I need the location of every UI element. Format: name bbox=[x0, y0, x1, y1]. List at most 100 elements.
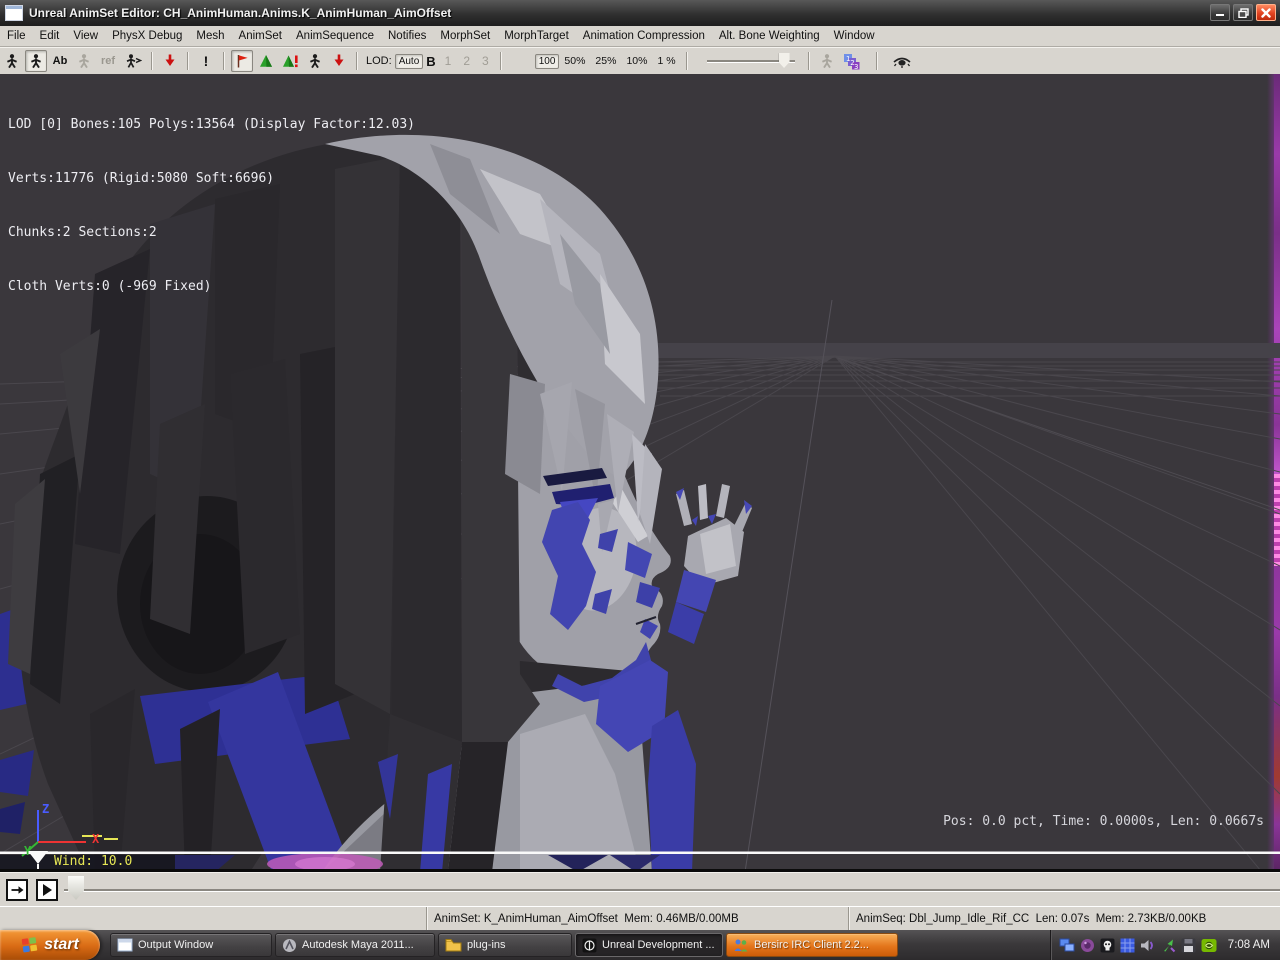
lod-auto-button[interactable]: Auto bbox=[395, 54, 424, 69]
mirror-figure-button[interactable] bbox=[121, 50, 145, 72]
people-icon bbox=[733, 938, 749, 953]
lod-1-button[interactable]: 1 bbox=[445, 54, 452, 68]
start-label: start bbox=[44, 936, 79, 954]
grid-window-icon[interactable] bbox=[1120, 938, 1135, 953]
toolbar-separator bbox=[187, 52, 189, 70]
task-plugins[interactable]: plug-ins bbox=[438, 933, 572, 957]
minimize-button[interactable] bbox=[1210, 4, 1230, 21]
attach-arrow-button[interactable] bbox=[159, 50, 181, 72]
mesh-stats: LOD [0] Bones:105 Polys:13564 (Display F… bbox=[8, 80, 415, 332]
toolbar-separator bbox=[356, 52, 358, 70]
toolbar-separator bbox=[151, 52, 153, 70]
stats-line-cloth: Cloth Verts:0 (-969 Fixed) bbox=[8, 278, 415, 296]
task-label: Output Window bbox=[138, 939, 213, 951]
flag-button[interactable] bbox=[231, 50, 253, 72]
menu-notifies[interactable]: Notifies bbox=[381, 26, 433, 46]
screen: Unreal AnimSet Editor: CH_AnimHuman.Anim… bbox=[0, 0, 1280, 960]
lod-3-button[interactable]: 3 bbox=[482, 54, 489, 68]
timeline-slider-thumb[interactable] bbox=[68, 876, 84, 900]
purple-orb-icon[interactable] bbox=[1080, 938, 1095, 953]
taskbar: start Output Window Autodesk Maya 2011..… bbox=[0, 930, 1280, 960]
cone-alert-button[interactable] bbox=[279, 50, 302, 72]
speed-100-button[interactable]: 100 bbox=[535, 54, 560, 69]
viewport[interactable]: LOD [0] Bones:105 Polys:13564 (Display F… bbox=[0, 74, 1280, 872]
stats-line-lod: LOD [0] Bones:105 Polys:13564 (Display F… bbox=[8, 116, 415, 134]
toolbar-separator bbox=[500, 52, 502, 70]
udk-icon bbox=[582, 938, 597, 953]
play-button[interactable] bbox=[36, 879, 58, 901]
lod-2-button[interactable]: 2 bbox=[463, 54, 470, 68]
wind-label: Wind: 10.0 bbox=[54, 854, 132, 869]
menu-animset[interactable]: AnimSet bbox=[232, 26, 289, 46]
playrate-slider[interactable] bbox=[707, 52, 795, 70]
stats-line-verts: Verts:11776 (Rigid:5080 Soft:6696) bbox=[8, 170, 415, 188]
toolbar-separator bbox=[223, 52, 225, 70]
axis-x-label: X bbox=[92, 832, 99, 846]
task-maya[interactable]: Autodesk Maya 2011... bbox=[275, 933, 435, 957]
close-button[interactable] bbox=[1256, 4, 1276, 21]
timeline-slider-track[interactable] bbox=[64, 889, 1280, 892]
svg-text:3: 3 bbox=[854, 63, 858, 70]
toolbar-separator bbox=[686, 52, 688, 70]
position-readout: Pos: 0.0 pct, Time: 0.0000s, Len: 0.0667… bbox=[943, 814, 1264, 829]
ghost-figure-2-button[interactable] bbox=[816, 50, 838, 72]
volume-icon[interactable] bbox=[1140, 938, 1156, 953]
folder-icon bbox=[445, 938, 462, 952]
menu-morphtarget[interactable]: MorphTarget bbox=[497, 26, 576, 46]
speed-10-button[interactable]: 10% bbox=[626, 55, 647, 67]
menu-mesh[interactable]: Mesh bbox=[189, 26, 231, 46]
toolbar-separator bbox=[808, 52, 810, 70]
menu-morphset[interactable]: MorphSet bbox=[433, 26, 497, 46]
cone-button[interactable] bbox=[255, 50, 277, 72]
maya-icon bbox=[282, 938, 297, 953]
toolbar-separator bbox=[876, 52, 878, 70]
bones-button[interactable] bbox=[25, 50, 47, 72]
playrate-slider-thumb[interactable] bbox=[779, 53, 790, 68]
loop-toggle-button[interactable] bbox=[6, 879, 28, 901]
window-icon bbox=[117, 938, 133, 952]
app-icon bbox=[5, 5, 23, 21]
speed-1-button[interactable]: 1 % bbox=[657, 55, 675, 67]
task-unreal-development[interactable]: Unreal Development ... bbox=[575, 933, 723, 957]
network-icon[interactable] bbox=[1059, 938, 1075, 953]
axis-z-label: Z bbox=[42, 802, 49, 816]
menu-bar: File Edit View PhysX Debug Mesh AnimSet … bbox=[0, 26, 1280, 47]
skeleton-button[interactable] bbox=[1, 50, 23, 72]
task-label: plug-ins bbox=[467, 939, 506, 951]
status-cell-empty bbox=[0, 907, 427, 930]
menu-animsequence[interactable]: AnimSequence bbox=[289, 26, 381, 46]
sync-arrow-icon[interactable] bbox=[1161, 938, 1176, 953]
menu-window[interactable]: Window bbox=[827, 26, 882, 46]
taskbar-clock[interactable]: 7:08 AM bbox=[1228, 939, 1270, 951]
task-label: Autodesk Maya 2011... bbox=[302, 939, 414, 951]
status-animset-info: AnimSet: K_AnimHuman_AimOffset Mem: 0.46… bbox=[427, 907, 849, 930]
skull-icon[interactable] bbox=[1100, 938, 1115, 953]
playback-control-bar bbox=[0, 872, 1280, 906]
menu-animation-compression[interactable]: Animation Compression bbox=[576, 26, 712, 46]
ref-pose-button[interactable]: ref bbox=[97, 50, 119, 72]
bone-names-button[interactable]: Ab bbox=[49, 50, 71, 72]
windows-flag-icon bbox=[21, 936, 39, 954]
figure-button[interactable] bbox=[304, 50, 326, 72]
menu-edit[interactable]: Edit bbox=[33, 26, 67, 46]
eye-button[interactable] bbox=[889, 50, 915, 72]
speed-25-button[interactable]: 25% bbox=[595, 55, 616, 67]
vertex-index-button[interactable]: 123 bbox=[840, 50, 863, 72]
menu-view[interactable]: View bbox=[66, 26, 105, 46]
menu-alt-bone-weighting[interactable]: Alt. Bone Weighting bbox=[712, 26, 827, 46]
ghost-figure-button[interactable] bbox=[73, 50, 95, 72]
titlebar: Unreal AnimSet Editor: CH_AnimHuman.Anim… bbox=[0, 0, 1280, 26]
speed-50-button[interactable]: 50% bbox=[564, 55, 585, 67]
nvidia-icon[interactable] bbox=[1201, 938, 1217, 953]
disk-icon[interactable] bbox=[1181, 938, 1196, 953]
status-bar: AnimSet: K_AnimHuman_AimOffset Mem: 0.46… bbox=[0, 906, 1280, 930]
start-button[interactable]: start bbox=[0, 930, 100, 960]
lod-base-button[interactable]: B bbox=[426, 54, 435, 69]
restore-button[interactable] bbox=[1233, 4, 1253, 21]
menu-file[interactable]: File bbox=[0, 26, 33, 46]
task-bersirc[interactable]: Bersirc IRC Client 2.2... bbox=[726, 933, 898, 957]
notify-button[interactable]: ! bbox=[195, 50, 217, 72]
task-output-window[interactable]: Output Window bbox=[110, 933, 272, 957]
menu-physx-debug[interactable]: PhysX Debug bbox=[105, 26, 189, 46]
arrow-down-button[interactable] bbox=[328, 50, 350, 72]
